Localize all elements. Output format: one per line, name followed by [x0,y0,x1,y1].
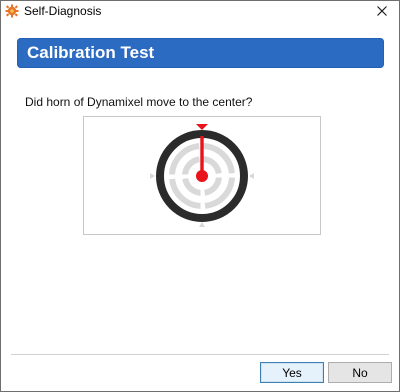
question-text: Did horn of Dynamixel move to the center… [25,95,253,109]
window-title: Self-Diagnosis [24,4,102,18]
title-bar: Self-Diagnosis [1,1,399,21]
footer-separator [11,354,389,355]
no-button[interactable]: No [328,362,392,383]
yes-button[interactable]: Yes [260,362,324,383]
dynamixel-horn-center-icon [150,124,254,227]
diagram-panel [83,116,321,235]
close-button[interactable] [371,1,393,21]
self-diagnosis-window: Self-Diagnosis Calibration Test Did horn… [0,0,400,392]
banner-title: Calibration Test [27,43,155,62]
app-gear-icon [5,4,19,18]
close-icon [377,6,387,16]
calibration-test-banner: Calibration Test [17,38,384,68]
